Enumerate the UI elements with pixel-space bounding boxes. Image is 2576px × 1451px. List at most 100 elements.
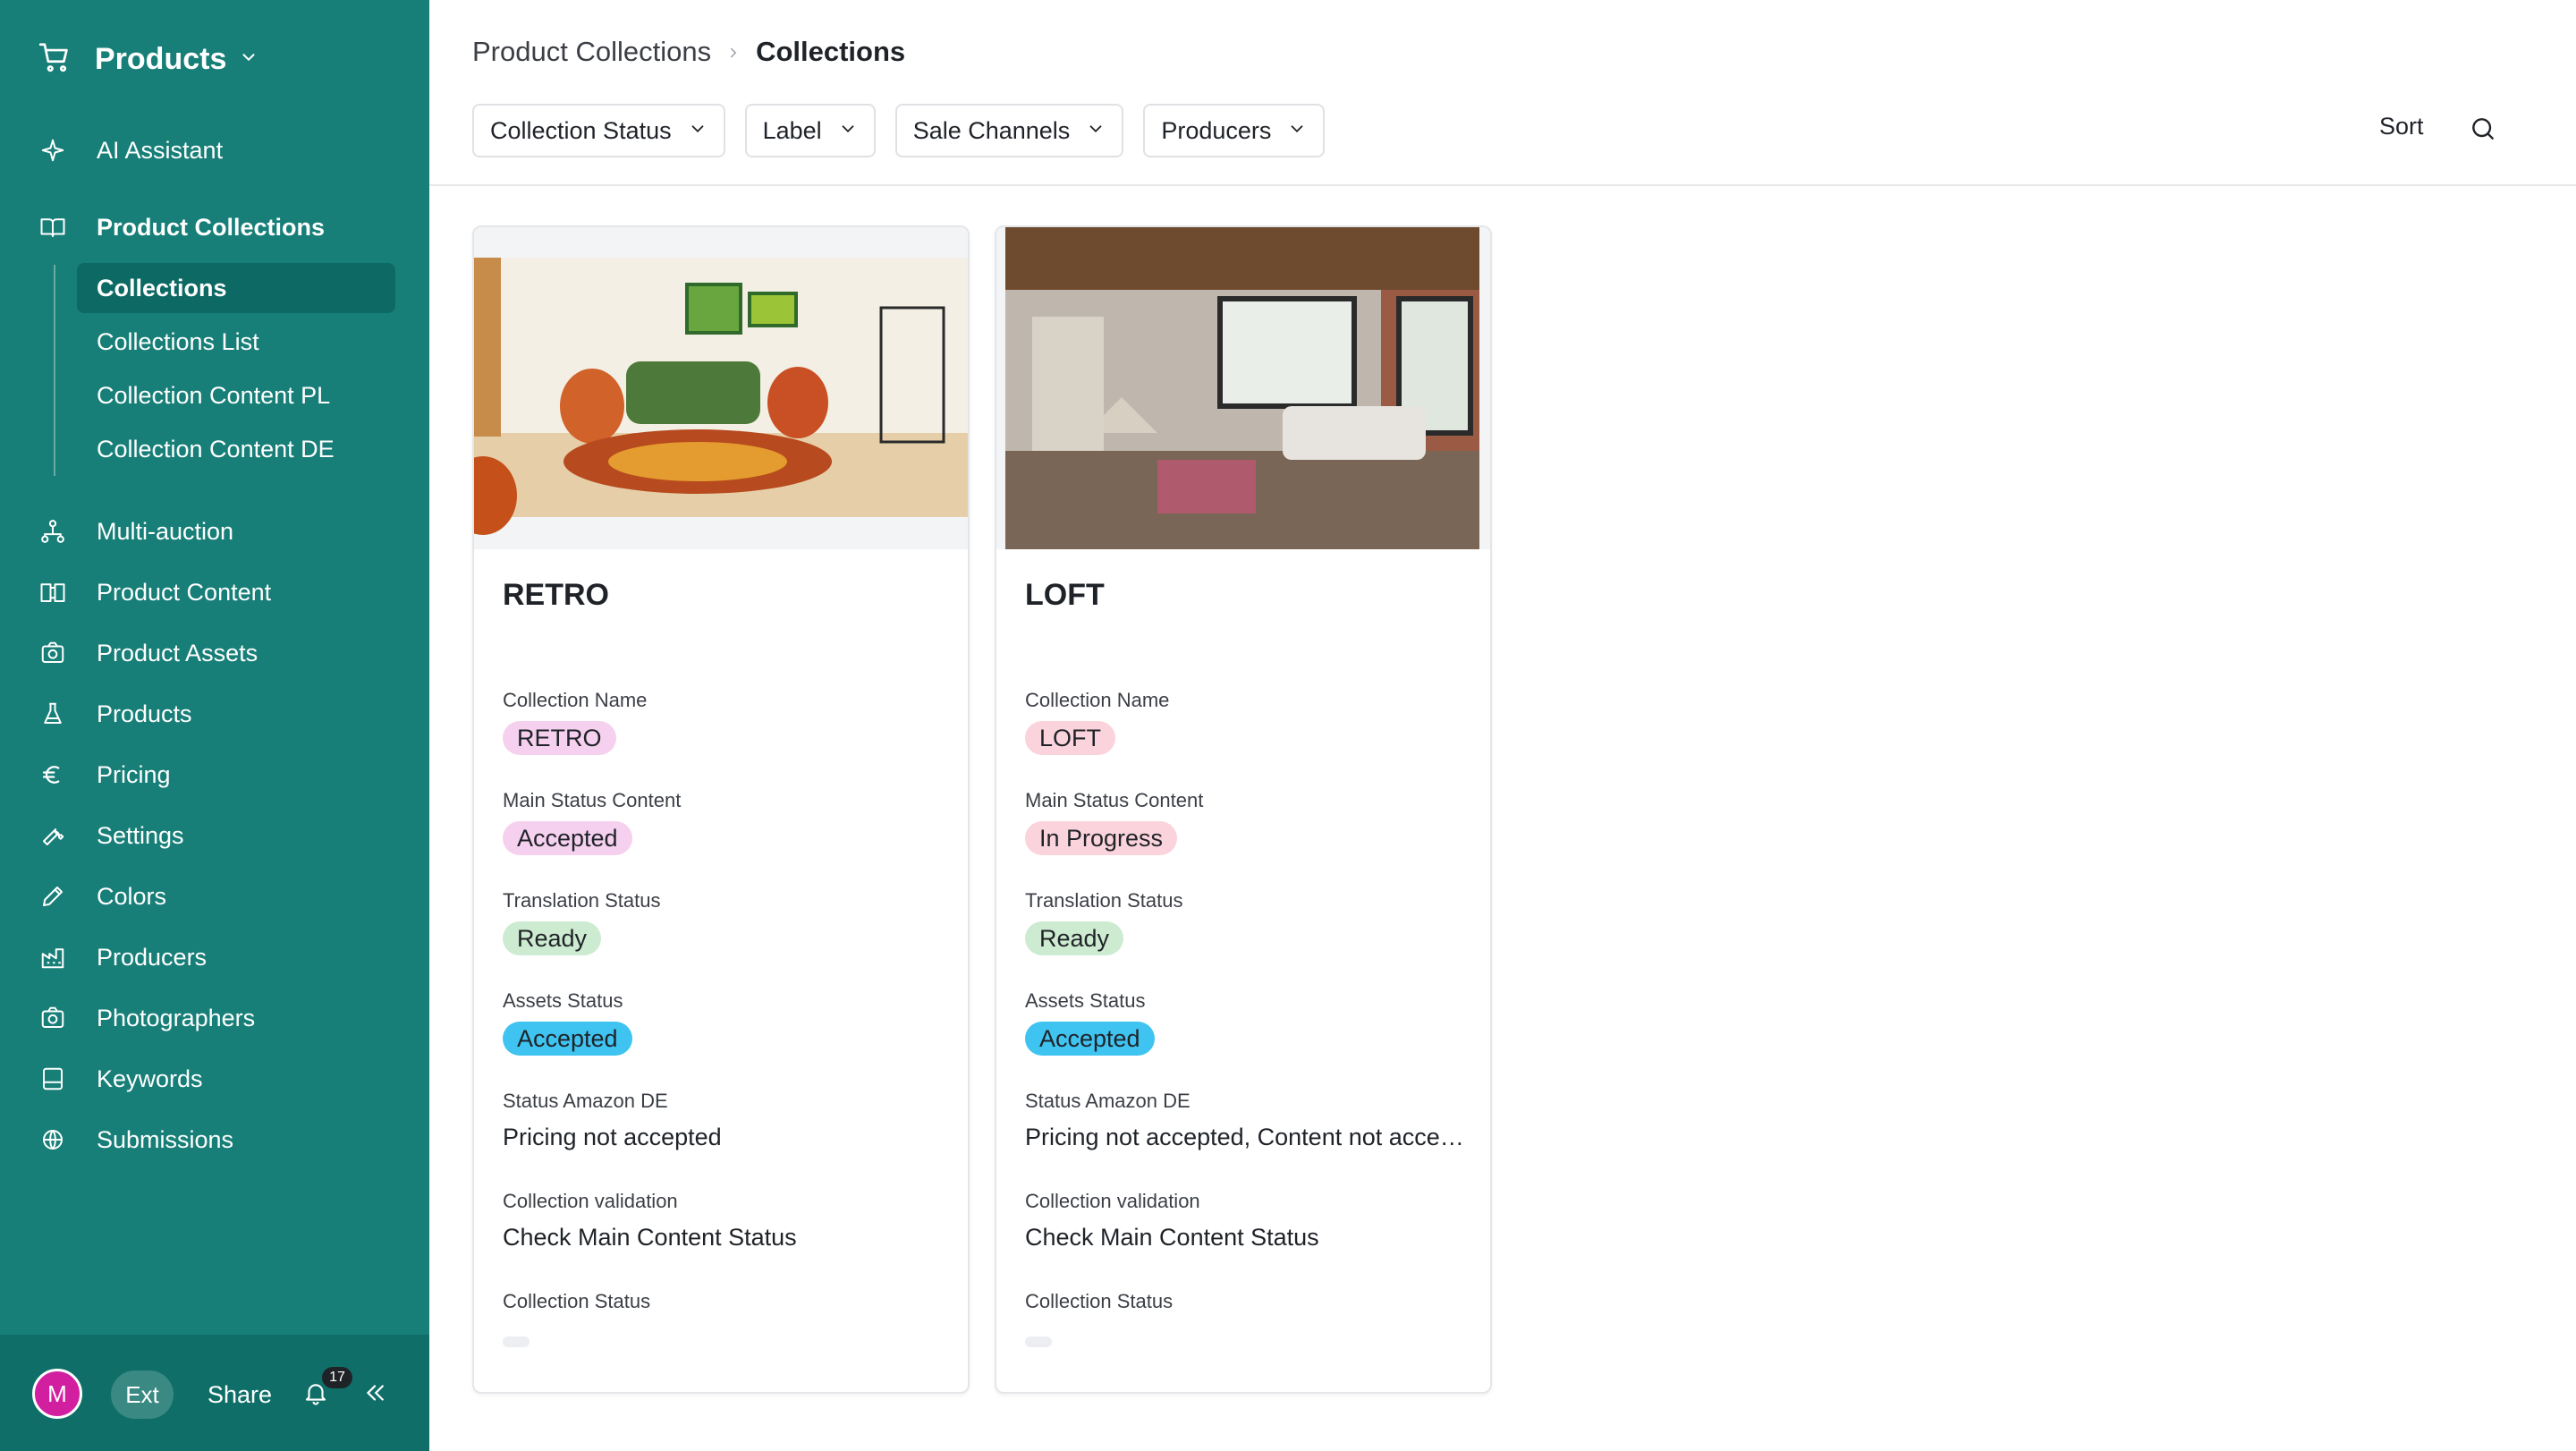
status-badge: Accepted xyxy=(503,1022,632,1056)
empty-status-badge xyxy=(1025,1336,1052,1347)
filter-producers[interactable]: Producers xyxy=(1143,104,1326,157)
retro-living-room-image xyxy=(474,227,968,549)
nav-item-product-assets[interactable]: Product Assets xyxy=(38,630,395,676)
field-label: Collection Name xyxy=(503,689,648,711)
status-badge: In Progress xyxy=(1025,821,1178,855)
sidebar: Products AI Assistant Product Collection… xyxy=(0,0,429,1451)
collection-card[interactable]: LOFT Collection Name LOFT Main Status Co… xyxy=(995,225,1492,1394)
sidebar-footer: M Ext Share 17 xyxy=(0,1335,429,1451)
collection-image xyxy=(474,227,968,549)
field-label: Collection Name xyxy=(1025,689,1170,711)
field-label: Collection Status xyxy=(1025,1290,1174,1312)
nav-item-multi-auction[interactable]: Multi-auction xyxy=(38,508,395,555)
chevron-down-icon xyxy=(688,117,708,145)
book-icon xyxy=(38,212,68,242)
field-label: Status Amazon DE xyxy=(1025,1090,1191,1112)
field-label: Translation Status xyxy=(1025,889,1183,912)
field-label: Assets Status xyxy=(1025,989,1146,1012)
nav-item-label: AI Assistant xyxy=(97,136,224,164)
field-collection-validation: Collection validation Check Main Content… xyxy=(503,1190,943,1252)
nav-item-keywords[interactable]: Keywords xyxy=(38,1056,395,1102)
nav-item-label: Multi-auction xyxy=(97,517,234,545)
sort-button[interactable]: Sort xyxy=(2379,113,2424,140)
breadcrumb-item[interactable]: Product Collections xyxy=(472,36,711,68)
nav-item-label: Product Content xyxy=(97,578,272,606)
field-value: Check Main Content Status xyxy=(1025,1224,1319,1251)
pencil-icon xyxy=(38,881,68,912)
nav-item-label: Keywords xyxy=(97,1065,203,1092)
share-button[interactable]: Share xyxy=(208,1370,272,1419)
collection-card[interactable]: RETRO Collection Name RETRO Main Status … xyxy=(472,225,970,1394)
nav-item-submissions[interactable]: Submissions xyxy=(38,1116,395,1163)
nav-item-label: Pricing xyxy=(97,760,171,788)
sidebar-item-collection-content-pl[interactable]: Collection Content PL xyxy=(77,370,395,420)
filter-sale-channels[interactable]: Sale Channels xyxy=(894,104,1124,157)
field-translation-status: Translation Status Ready xyxy=(503,889,943,955)
field-main-status-content: Main Status Content Accepted xyxy=(503,789,943,855)
field-status-amazon-de: Status Amazon DE Pricing not accepted, C… xyxy=(1025,1090,1465,1151)
wrench-icon xyxy=(38,820,68,851)
nav-item-label: Settings xyxy=(97,821,184,849)
status-badge: LOFT xyxy=(1025,721,1116,755)
header-divider xyxy=(429,184,2576,186)
nav-item-label: Product Collections xyxy=(97,213,326,241)
avatar[interactable]: M xyxy=(32,1369,82,1419)
field-label: Translation Status xyxy=(503,889,661,912)
filter-label: Label xyxy=(762,116,822,144)
field-value: Check Main Content Status xyxy=(503,1224,797,1251)
sidebar-item-collections-list[interactable]: Collections List xyxy=(77,317,395,367)
chevron-down-icon xyxy=(239,47,258,72)
nav-item-products[interactable]: Products xyxy=(38,691,395,737)
notification-badge: 17 xyxy=(322,1367,352,1388)
nav-item-settings[interactable]: Settings xyxy=(38,812,395,859)
main-content: Product Collections Collections Collecti… xyxy=(429,0,2576,1451)
status-badge: Ready xyxy=(1025,921,1124,955)
nav-item-pricing[interactable]: Pricing xyxy=(38,751,395,798)
nav-item-colors[interactable]: Colors xyxy=(38,873,395,920)
card-title: LOFT xyxy=(1025,578,1105,612)
field-value: Pricing not accepted xyxy=(503,1124,722,1150)
inbox-icon xyxy=(38,1064,68,1094)
field-label: Main Status Content xyxy=(503,789,682,811)
field-label: Status Amazon DE xyxy=(503,1090,668,1112)
breadcrumb-current: Collections xyxy=(756,36,906,67)
search-icon[interactable] xyxy=(2469,115,2501,147)
field-collection-status: Collection Status xyxy=(503,1290,943,1352)
cart-icon xyxy=(38,40,72,79)
nav-item-ai-assistant[interactable]: AI Assistant xyxy=(38,127,395,174)
euro-icon xyxy=(38,759,68,790)
collapse-sidebar-icon[interactable] xyxy=(361,1379,392,1410)
sidebar-item-collections[interactable]: Collections xyxy=(77,263,395,313)
loft-living-room-image xyxy=(996,227,1490,549)
workspace-switcher[interactable]: Products xyxy=(38,36,258,82)
filter-label-dropdown[interactable]: Label xyxy=(744,104,876,157)
status-badge: Accepted xyxy=(1025,1022,1155,1056)
sparkle-icon xyxy=(38,135,68,165)
nav-item-label: Products xyxy=(97,700,192,727)
nav-item-photographers[interactable]: Photographers xyxy=(38,995,395,1041)
chevron-down-icon xyxy=(838,117,858,145)
collection-image xyxy=(996,227,1490,549)
field-label: Collection validation xyxy=(503,1190,678,1212)
chevron-down-icon xyxy=(1287,117,1307,145)
filter-label: Collection Status xyxy=(490,116,672,144)
breadcrumb: Product Collections Collections xyxy=(472,34,905,70)
hierarchy-icon xyxy=(38,516,68,547)
nav-item-product-content[interactable]: Product Content xyxy=(38,569,395,615)
field-label: Collection validation xyxy=(1025,1190,1200,1212)
field-collection-validation: Collection validation Check Main Content… xyxy=(1025,1190,1465,1252)
camera-icon xyxy=(38,1003,68,1033)
factory-icon xyxy=(38,942,68,972)
field-label: Main Status Content xyxy=(1025,789,1204,811)
nav-item-producers[interactable]: Producers xyxy=(38,934,395,980)
sidebar-item-collection-content-de[interactable]: Collection Content DE xyxy=(77,424,395,474)
nav-item-product-collections[interactable]: Product Collections xyxy=(38,204,395,250)
filter-collection-status[interactable]: Collection Status xyxy=(472,104,725,157)
chevron-right-icon xyxy=(725,36,741,68)
chevron-down-icon xyxy=(1086,117,1106,145)
ext-button[interactable]: Ext xyxy=(111,1370,174,1419)
field-value: Pricing not accepted, Content not accept… xyxy=(1025,1124,1465,1150)
submenu-guide-line xyxy=(54,265,55,476)
field-status-amazon-de: Status Amazon DE Pricing not accepted xyxy=(503,1090,943,1151)
flask-icon xyxy=(38,699,68,729)
